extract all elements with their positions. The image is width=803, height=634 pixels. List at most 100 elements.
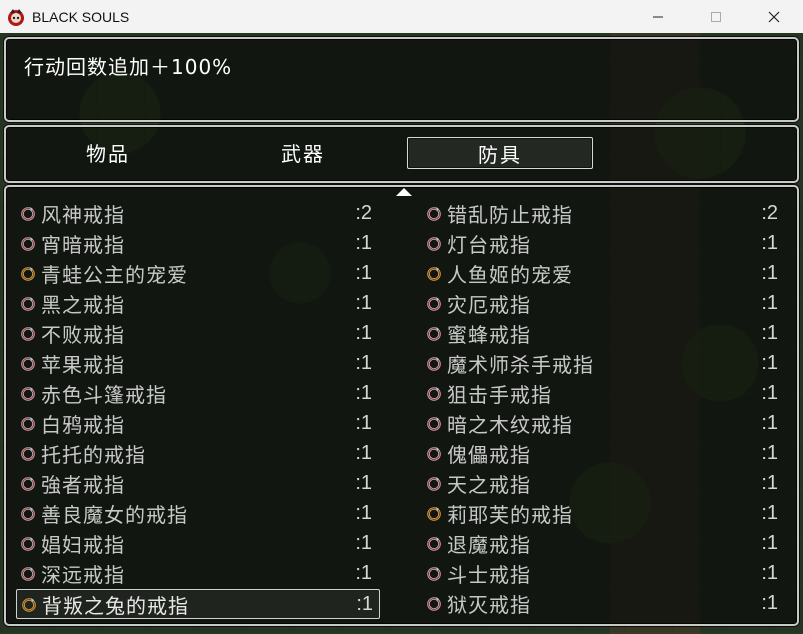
list-item[interactable]: 灯台戒指:1 (422, 229, 784, 257)
item-count: :1 (355, 381, 372, 404)
ring-icon (19, 414, 37, 432)
maximize-icon (711, 11, 721, 22)
game-screen: 行动回数追加＋100% 物品 武器 防具 风神戒指 :2 错乱防止戒指 :2 宵暗戒指:… (0, 33, 803, 634)
item-count: :1 (761, 351, 778, 374)
item-count: :1 (355, 561, 372, 584)
item-name: 暗之木纹戒指 (447, 412, 573, 437)
list-item[interactable]: 错乱防止戒指 :2 (422, 199, 784, 227)
item-name: 风神戒指 (41, 202, 125, 227)
item-count: :1 (355, 351, 372, 374)
list-item[interactable]: 天之戒指 :1 (422, 469, 784, 497)
list-item[interactable]: 狱灭戒指 :1 (422, 589, 784, 617)
maximize-button[interactable] (687, 0, 745, 33)
ring-icon (19, 534, 37, 552)
item-count: :1 (761, 471, 778, 494)
list-item[interactable]: 赤色斗篷戒指:1 (16, 379, 378, 407)
ring-icon (425, 474, 443, 492)
item-name: 宵暗戒指 (41, 232, 125, 257)
scroll-up-arrow-icon[interactable] (396, 188, 412, 196)
ring-icon (425, 384, 443, 402)
list-item[interactable]: 风神戒指 :2 (16, 199, 378, 227)
item-name: 狱灭戒指 (447, 592, 531, 617)
item-count: :1 (761, 411, 778, 434)
list-item[interactable]: 人鱼姬的宠爱 :1 (422, 259, 784, 287)
window-title: BLACK SOULS (32, 8, 130, 25)
item-count: :1 (355, 441, 372, 464)
list-item[interactable]: 托托的戒指:1 (16, 439, 378, 467)
tab-armor[interactable]: 防具 (407, 137, 593, 169)
item-count: :1 (355, 261, 372, 284)
list-item[interactable]: 魔术师杀手戒指:1 (422, 349, 784, 377)
ring-icon (425, 564, 443, 582)
help-window: 行动回数追加＋100% (4, 37, 799, 122)
tab-weapons[interactable]: 武器 (211, 137, 395, 167)
list-item[interactable]: 娼妇戒指:1 (16, 529, 378, 557)
ring-icon (425, 534, 443, 552)
ring-icon (19, 204, 37, 222)
ring-icon (19, 444, 37, 462)
item-count: :1 (761, 501, 778, 524)
item-name: 狙击手戒指 (447, 382, 552, 407)
item-count: :1 (761, 261, 778, 284)
category-window: 物品 武器 防具 (4, 125, 799, 183)
list-item[interactable]: 斗士戒指 :1 (422, 559, 784, 587)
item-name: 天之戒指 (447, 472, 531, 497)
list-item[interactable]: 青蛙公主的宠爱:1 (16, 259, 378, 287)
item-count: :2 (761, 201, 778, 224)
gold-ring-icon (19, 264, 37, 282)
item-name: 善良魔女的戒指 (41, 502, 188, 527)
item-count: :1 (761, 231, 778, 254)
list-item[interactable]: 蜜蜂戒指:1 (422, 319, 784, 347)
item-name: 黑之戒指 (41, 292, 125, 317)
list-item[interactable]: 黑之戒指:1 (16, 289, 378, 317)
list-item[interactable]: 不败戒指:1 (16, 319, 378, 347)
list-item[interactable]: 深远戒指 :1 (16, 559, 378, 587)
list-item[interactable]: 強者戒指:1 (16, 469, 378, 497)
gold-ring-icon (425, 264, 443, 282)
close-button[interactable] (745, 0, 803, 33)
ring-icon (425, 594, 443, 612)
ring-icon (19, 354, 37, 372)
gold-ring-icon (20, 595, 38, 613)
list-item[interactable]: 暗之木纹戒指 :1 (422, 409, 784, 437)
item-count: :1 (761, 381, 778, 404)
item-count: :1 (761, 561, 778, 584)
minimize-icon (653, 16, 663, 17)
item-count: :1 (355, 321, 372, 344)
item-name: 蜜蜂戒指 (447, 322, 531, 347)
item-count: :1 (761, 291, 778, 314)
item-count: :2 (355, 201, 372, 224)
item-name: 娼妇戒指 (41, 532, 125, 557)
app-logo-icon (6, 7, 26, 27)
list-item[interactable]: 善良魔女的戒指:1 (16, 499, 378, 527)
item-count: :1 (761, 591, 778, 614)
list-item[interactable]: 傀儡戒指:1 (422, 439, 784, 467)
list-item[interactable]: 背叛之兔的戒指:1 (16, 589, 380, 619)
list-item[interactable]: 莉耶芙的戒指 :1 (422, 499, 784, 527)
item-name: 斗士戒指 (447, 562, 531, 587)
item-name: 人鱼姬的宠爱 (447, 262, 573, 287)
item-description: 行动回数追加＋100% (24, 55, 233, 79)
ring-icon (19, 234, 37, 252)
item-count: :1 (355, 231, 372, 254)
ring-icon (19, 504, 37, 522)
ring-icon (19, 294, 37, 312)
ring-icon (19, 384, 37, 402)
list-item[interactable]: 白鸦戒指:1 (16, 409, 378, 437)
ring-icon (425, 444, 443, 462)
ring-icon (19, 324, 37, 342)
ring-icon (425, 324, 443, 342)
tab-items[interactable]: 物品 (16, 137, 200, 167)
list-item[interactable]: 苹果戒指:1 (16, 349, 378, 377)
item-name: 深远戒指 (41, 562, 125, 587)
item-name: 错乱防止戒指 (447, 202, 573, 227)
item-name: 背叛之兔的戒指 (42, 593, 189, 618)
ring-icon (425, 234, 443, 252)
list-item[interactable]: 狙击手戒指 :1 (422, 379, 784, 407)
list-item[interactable]: 灾厄戒指:1 (422, 289, 784, 317)
list-item[interactable]: 退魔戒指:1 (422, 529, 784, 557)
item-count: :1 (355, 411, 372, 434)
minimize-button[interactable] (629, 0, 687, 33)
list-item[interactable]: 宵暗戒指 :1 (16, 229, 378, 257)
item-name: 莉耶芙的戒指 (447, 502, 573, 527)
